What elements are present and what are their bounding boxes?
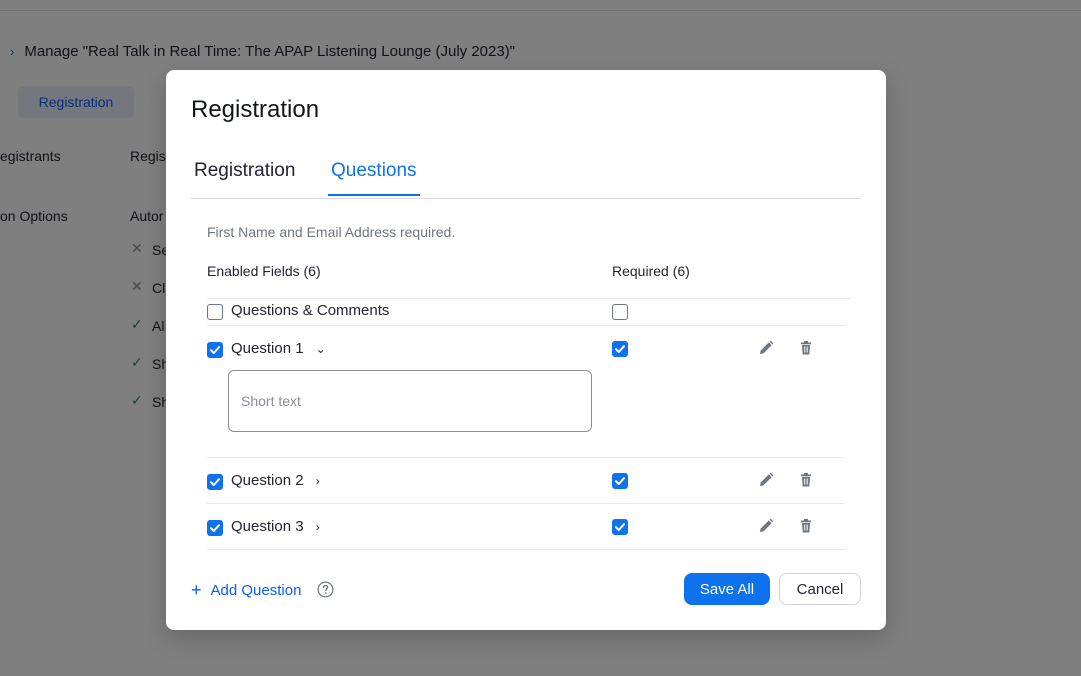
chevron-down-icon[interactable]: ⌄ [316, 342, 326, 356]
checkmark-icon [615, 477, 625, 485]
list-item-question-2: Question 2 › [207, 457, 845, 504]
required-checkbox[interactable] [612, 341, 628, 357]
checkmark-icon [210, 478, 220, 486]
enabled-checkbox[interactable] [207, 474, 223, 490]
enabled-checkbox[interactable] [207, 342, 223, 358]
enabled-checkbox[interactable] [207, 520, 223, 536]
pencil-icon[interactable] [758, 518, 774, 534]
field-label: Question 3 [231, 518, 304, 535]
pencil-icon[interactable] [758, 340, 774, 356]
required-checkbox[interactable] [612, 304, 628, 320]
list-item-question-1: Question 1 ⌄ [207, 325, 845, 458]
required-header: Required (6) [612, 263, 690, 279]
question-title[interactable]: Question 2 › [231, 472, 320, 489]
trash-icon[interactable] [798, 340, 814, 356]
question-title[interactable]: Question 1 ⌄ [231, 340, 326, 357]
help-circle-icon[interactable] [317, 581, 334, 598]
modal-tabs: Registration Questions [191, 154, 861, 199]
question-title[interactable]: Question 3 › [231, 518, 320, 535]
required-checkbox[interactable] [612, 519, 628, 535]
chevron-right-icon[interactable]: › [316, 474, 320, 488]
list-item-question-3: Question 3 › [207, 503, 845, 550]
required-checkbox[interactable] [612, 473, 628, 489]
field-label: Question 2 [231, 472, 304, 489]
pencil-icon[interactable] [758, 472, 774, 488]
cancel-button[interactable]: Cancel [779, 573, 861, 605]
tab-questions[interactable]: Questions [328, 160, 420, 196]
checkmark-icon [210, 524, 220, 532]
checkmark-icon [615, 523, 625, 531]
trash-icon[interactable] [798, 518, 814, 534]
registration-modal: Registration Registration Questions Firs… [166, 70, 886, 630]
question-list[interactable]: Questions & Comments Question 1 ⌄ Short … [207, 298, 851, 551]
field-label: Questions & Comments [231, 302, 390, 319]
enabled-checkbox[interactable] [207, 304, 223, 320]
required-note: First Name and Email Address required. [207, 224, 456, 240]
modal-title: Registration [191, 96, 320, 123]
plus-icon: + [191, 580, 202, 600]
short-text-input[interactable] [228, 370, 592, 432]
checkmark-icon [210, 346, 220, 354]
tab-registration[interactable]: Registration [194, 160, 295, 194]
trash-icon[interactable] [798, 472, 814, 488]
field-label: Question 1 [231, 340, 304, 357]
add-question-button[interactable]: + Add Question [191, 580, 301, 601]
chevron-right-icon[interactable]: › [316, 520, 320, 534]
enabled-fields-header: Enabled Fields (6) [207, 263, 321, 279]
list-item-questions-comments: Questions & Comments [207, 299, 845, 326]
checkmark-icon [615, 345, 625, 353]
add-question-label: Add Question [210, 582, 302, 599]
save-all-button[interactable]: Save All [684, 573, 770, 605]
